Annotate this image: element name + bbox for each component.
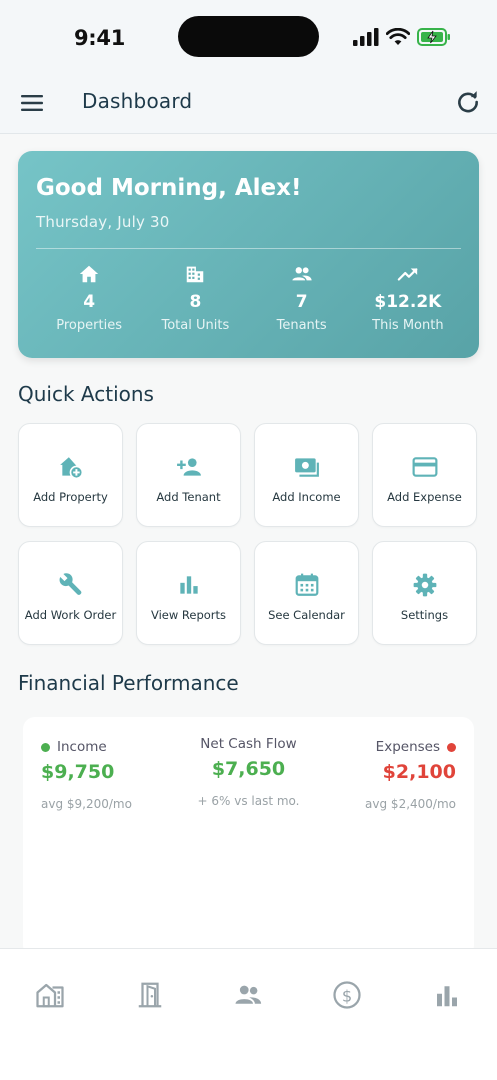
stat-this-month: $12.2K This Month [355,263,461,333]
building-icon [187,266,204,283]
action-label: Add Expense [387,490,462,504]
svg-text:$: $ [342,986,352,1005]
action-label: Settings [400,608,449,622]
person-add-icon [176,458,201,476]
stat-properties: 4 Properties [36,263,142,333]
expenses-sub: avg $2,400/mo [365,797,456,811]
income-summary: Income $9,750 avg $9,200/mo [41,739,132,811]
income-dot [41,742,50,752]
add-tenant-button[interactable]: Add Tenant [136,423,241,527]
action-label: Add Property [33,490,108,504]
income-label: Income [57,739,107,755]
current-date: Thursday, July 30 [36,213,170,231]
battery-charging-icon [417,28,450,46]
status-icons [353,28,451,46]
home-icon [79,265,99,283]
see-calendar-button[interactable]: See Calendar [254,541,359,645]
greeting-text: Good Morning, Alex! [36,175,302,201]
properties-icon[interactable] [35,980,65,1010]
dynamic-island [178,16,319,57]
bar-chart-icon [179,576,198,594]
finance-icon[interactable]: $ [332,980,362,1010]
financial-title: Financial Performance [18,671,239,695]
add-expense-button[interactable]: Add Expense [372,423,477,527]
action-label: Add Income [272,490,341,504]
reports-icon[interactable] [432,980,462,1010]
action-label: Add Work Order [24,608,117,622]
stat-label: Total Units [161,318,230,333]
gear-icon [413,573,436,597]
expenses-label: Expenses [375,739,440,755]
units-icon[interactable] [135,980,165,1010]
expenses-summary: Expenses $2,100 avg $2,400/mo [365,739,456,811]
action-label: View Reports [150,608,227,622]
net-label: Net Cash Flow [200,736,297,752]
welcome-card: Good Morning, Alex! Thursday, July 30 4 … [18,151,479,358]
stat-value: $12.2K [374,292,442,312]
add-property-button[interactable]: Add Property [18,423,123,527]
stat-tenants: 7 Tenants [249,263,355,333]
stat-value: 7 [295,292,308,312]
trending-up-icon [397,268,418,281]
stat-total-units: 8 Total Units [142,263,248,333]
app-header: Dashboard [0,72,497,134]
cash-icon [294,458,319,477]
add-income-button[interactable]: Add Income [254,423,359,527]
cellular-signal-icon [353,28,379,46]
income-sub: avg $9,200/mo [41,797,132,811]
action-label: See Calendar [268,608,345,622]
stat-value: 8 [189,292,202,312]
settings-button[interactable]: Settings [372,541,477,645]
view-reports-button[interactable]: View Reports [136,541,241,645]
quick-actions-grid: Add Property Add Tenant Add Income Add E… [18,423,479,645]
page-title: Dashboard [82,89,193,113]
divider [36,248,461,249]
wrench-icon [59,573,81,595]
action-label: Add Tenant [156,490,221,504]
financial-card: Net Cash Flow $7,650 + 6% vs last mo. In… [23,717,474,957]
bottom-nav: $ [0,948,497,1080]
tenants-icon[interactable] [233,980,263,1010]
refresh-icon[interactable] [455,89,481,115]
income-amount: $9,750 [41,761,115,783]
status-time: 9:41 [74,26,126,50]
stat-label: This Month [372,318,444,333]
calendar-icon [295,573,318,596]
status-bar: 9:41 [0,0,497,72]
expenses-dot [447,742,456,752]
expenses-amount: $2,100 [382,761,456,783]
wifi-icon [386,28,410,45]
menu-icon[interactable] [20,91,44,115]
stat-value: 4 [83,292,96,312]
stats-row: 4 Properties 8 Total Units 7 Tenants $12… [36,263,461,333]
add-work-order-button[interactable]: Add Work Order [18,541,123,645]
add-home-icon [59,457,83,480]
people-icon [292,267,312,281]
stat-label: Properties [56,318,122,333]
credit-card-icon [412,457,437,477]
quick-actions-title: Quick Actions [18,382,154,406]
stat-label: Tenants [276,318,327,333]
